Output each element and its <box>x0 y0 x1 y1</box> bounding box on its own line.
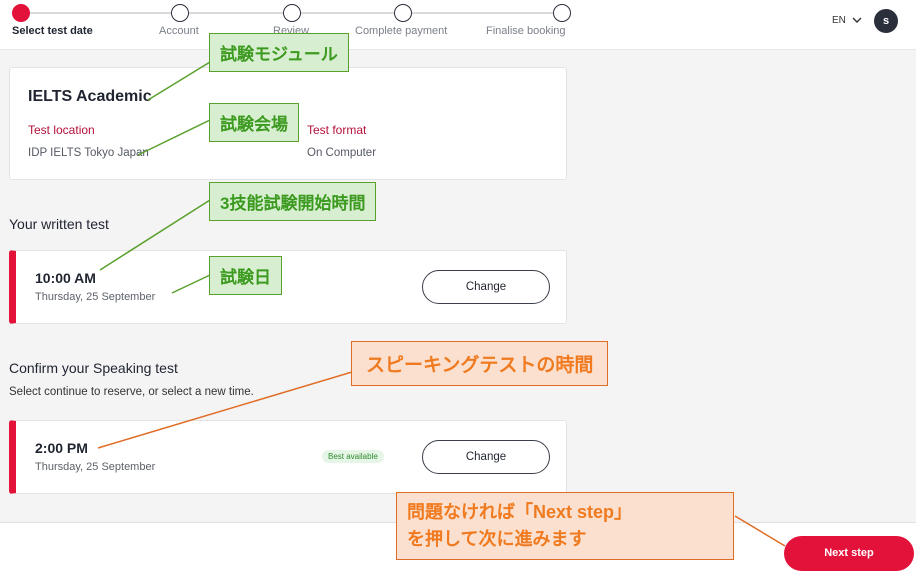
annotation-test-venue: 試験会場 <box>209 103 299 142</box>
written-change-button[interactable]: Change <box>422 270 550 304</box>
top-header: Select test date Account Review Complete… <box>0 0 916 50</box>
annotation-speaking-time: スピーキングテストの時間 <box>351 341 609 386</box>
best-available-badge: Best available <box>322 450 384 463</box>
test-location-label: Test location <box>28 123 95 137</box>
step-dot-finalise-booking <box>553 4 571 22</box>
speaking-test-date: Thursday, 25 September <box>35 461 156 473</box>
speaking-test-heading: Confirm your Speaking test <box>9 360 178 376</box>
chevron-down-icon[interactable] <box>852 15 862 25</box>
speaking-change-button[interactable]: Change <box>422 440 550 474</box>
annotation-test-day: 試験日 <box>209 256 282 295</box>
step-dot-complete-payment <box>394 4 412 22</box>
speaking-test-subtitle: Select continue to reserve, or select a … <box>9 386 254 398</box>
speaking-test-time: 2:00 PM <box>35 440 88 456</box>
step-label-complete-payment: Complete payment <box>355 25 448 37</box>
annotation-next-step: 問題なければ「Next step」 を押して次に進みます <box>396 492 734 560</box>
step-label-select-test-date: Select test date <box>12 25 93 37</box>
written-test-time: 10:00 AM <box>35 270 96 286</box>
annotation-next-step-line2: を押して次に進みます <box>407 529 587 549</box>
test-format-value: On Computer <box>307 147 377 159</box>
step-label-finalise-booking: Finalise booking <box>486 25 566 37</box>
step-dot-account <box>171 4 189 22</box>
written-test-card: 10:00 AM Thursday, 25 September Change <box>9 250 567 324</box>
step-dot-review <box>283 4 301 22</box>
next-step-button[interactable]: Next step <box>784 536 914 571</box>
language-selector[interactable]: EN <box>832 15 846 26</box>
annotation-written-start-time: 3技能試験開始時間 <box>209 182 377 221</box>
test-format-label: Test format <box>307 123 367 137</box>
written-test-date: Thursday, 25 September <box>35 291 156 303</box>
written-test-heading: Your written test <box>9 216 109 232</box>
test-location-value: IDP IELTS Tokyo Japan <box>28 147 149 159</box>
avatar[interactable]: s <box>874 9 898 33</box>
test-module-title: IELTS Academic <box>28 88 152 105</box>
step-label-account: Account <box>159 25 199 37</box>
annotation-next-step-line1: 問題なければ「Next step」 <box>407 502 633 522</box>
step-dot-select-test-date <box>12 4 30 22</box>
annotation-test-module: 試験モジュール <box>209 33 349 72</box>
speaking-test-card: 2:00 PM Thursday, 25 September Best avai… <box>9 420 567 494</box>
